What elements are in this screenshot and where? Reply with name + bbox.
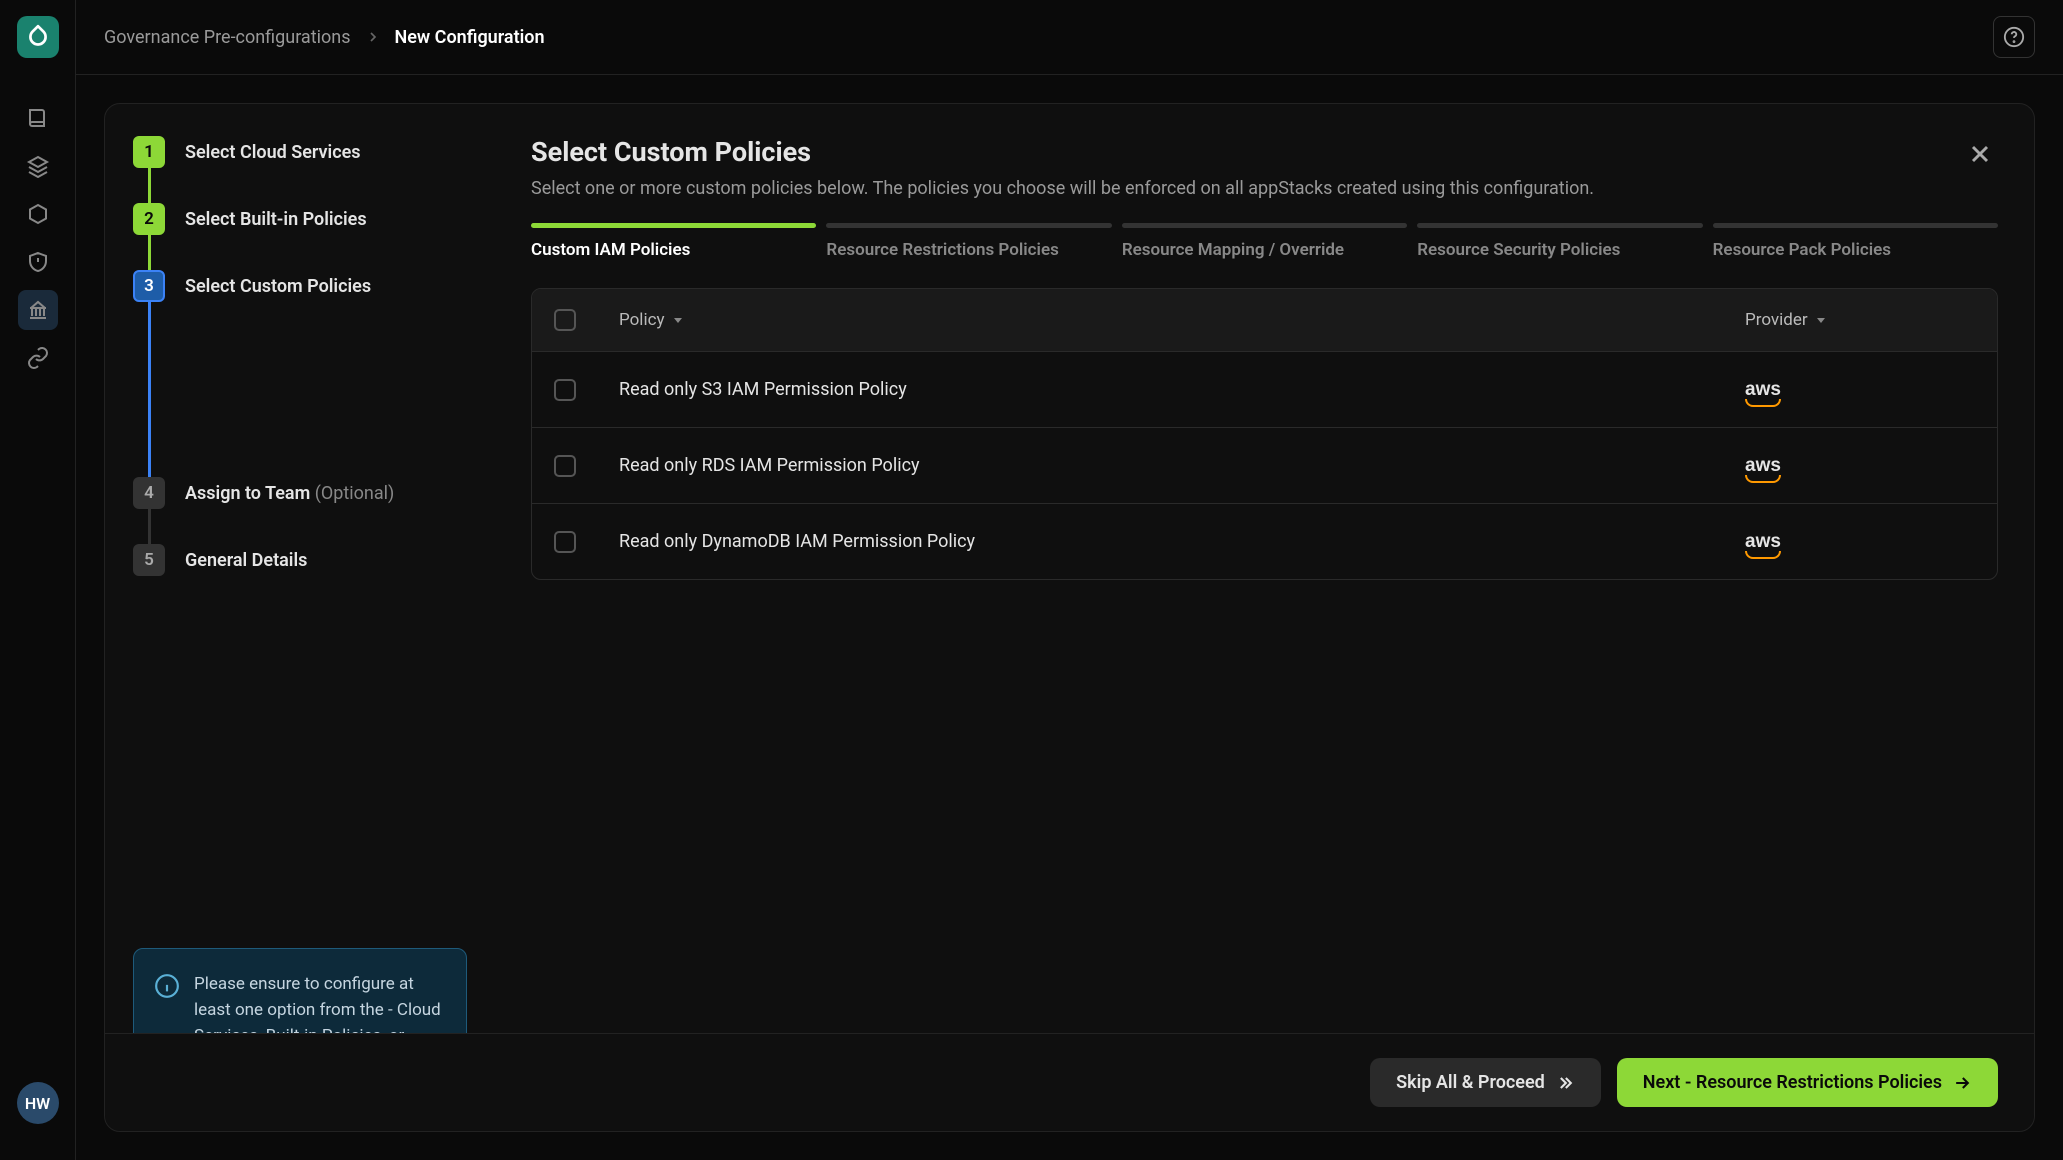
- row-checkbox[interactable]: [554, 531, 576, 553]
- user-avatar[interactable]: HW: [17, 1082, 59, 1124]
- nav-link-icon[interactable]: [18, 338, 58, 378]
- nav-hexagon-icon[interactable]: [18, 194, 58, 234]
- nav-governance-icon[interactable]: [18, 290, 58, 330]
- close-button[interactable]: [1962, 136, 1998, 172]
- table-row[interactable]: Read only DynamoDB IAM Permission Policy…: [532, 503, 1997, 579]
- detail-subtitle: Select one or more custom policies below…: [531, 178, 1594, 199]
- arrow-right-icon: [1952, 1073, 1972, 1093]
- app-logo[interactable]: [17, 16, 59, 58]
- step-1[interactable]: 1 Select Cloud Services: [133, 136, 467, 168]
- detail-panel: Select Custom Policies Select one or mor…: [495, 104, 2034, 1131]
- table-row[interactable]: Read only RDS IAM Permission Policy aws: [532, 427, 1997, 503]
- policy-name: Read only RDS IAM Permission Policy: [619, 455, 1745, 476]
- info-icon: [154, 973, 180, 999]
- sort-icon: [673, 315, 683, 325]
- step-label: Select Built-in Policies: [185, 209, 367, 230]
- step-label: Select Custom Policies: [185, 276, 371, 297]
- step-number: 5: [133, 544, 165, 576]
- step-number: 4: [133, 477, 165, 509]
- step-number: 1: [133, 136, 165, 168]
- aws-provider-icon: aws: [1745, 379, 1781, 401]
- aws-provider-icon: aws: [1745, 455, 1781, 477]
- row-checkbox[interactable]: [554, 455, 576, 477]
- chevron-right-icon: [365, 29, 381, 45]
- column-header-policy[interactable]: Policy: [619, 310, 1745, 330]
- breadcrumb: Governance Pre-configurations New Config…: [104, 27, 545, 48]
- step-5[interactable]: 5 General Details: [133, 544, 467, 576]
- wizard-footer: Skip All & Proceed Next - Resource Restr…: [105, 1033, 2034, 1131]
- subtab-resource-security[interactable]: Resource Security Policies: [1417, 223, 1702, 260]
- nav-book-icon[interactable]: [18, 98, 58, 138]
- table-row[interactable]: Read only S3 IAM Permission Policy aws: [532, 351, 1997, 427]
- topbar: Governance Pre-configurations New Config…: [76, 0, 2063, 75]
- config-panel: 1 Select Cloud Services 2 Select Built-i…: [104, 103, 2035, 1132]
- row-checkbox[interactable]: [554, 379, 576, 401]
- help-button[interactable]: [1993, 16, 2035, 58]
- nav-layers-icon[interactable]: [18, 146, 58, 186]
- subtab-resource-mapping[interactable]: Resource Mapping / Override: [1122, 223, 1407, 260]
- detail-title: Select Custom Policies: [531, 136, 1594, 168]
- step-label: Select Cloud Services: [185, 142, 361, 163]
- double-chevron-right-icon: [1555, 1073, 1575, 1093]
- step-number: 2: [133, 203, 165, 235]
- step-4[interactable]: 4 Assign to Team (Optional): [133, 477, 467, 509]
- policy-name: Read only DynamoDB IAM Permission Policy: [619, 531, 1745, 552]
- subtab-custom-iam[interactable]: Custom IAM Policies: [531, 223, 816, 260]
- step-label: General Details: [185, 550, 307, 571]
- policy-subtabs: Custom IAM Policies Resource Restriction…: [531, 223, 1998, 260]
- step-label: Assign to Team (Optional): [185, 483, 394, 504]
- aws-provider-icon: aws: [1745, 531, 1781, 553]
- next-button[interactable]: Next - Resource Restrictions Policies: [1617, 1058, 1998, 1107]
- step-2[interactable]: 2 Select Built-in Policies: [133, 203, 467, 235]
- policy-name: Read only S3 IAM Permission Policy: [619, 379, 1745, 400]
- nav-shield-icon[interactable]: [18, 242, 58, 282]
- step-3[interactable]: 3 Select Custom Policies: [133, 270, 467, 302]
- steps-sidebar: 1 Select Cloud Services 2 Select Built-i…: [105, 104, 495, 1131]
- skip-button[interactable]: Skip All & Proceed: [1370, 1058, 1601, 1107]
- subtab-resource-restrictions[interactable]: Resource Restrictions Policies: [826, 223, 1111, 260]
- select-all-checkbox[interactable]: [554, 309, 576, 331]
- breadcrumb-parent[interactable]: Governance Pre-configurations: [104, 27, 351, 48]
- table-header: Policy Provider: [532, 289, 1997, 351]
- subtab-resource-pack[interactable]: Resource Pack Policies: [1713, 223, 1998, 260]
- column-header-provider[interactable]: Provider: [1745, 310, 1975, 330]
- left-sidebar: HW: [0, 0, 75, 1160]
- policy-table: Policy Provider Read only S3 IAM Permiss…: [531, 288, 1998, 580]
- step-number: 3: [133, 270, 165, 302]
- breadcrumb-current: New Configuration: [395, 27, 545, 48]
- sort-icon: [1816, 315, 1826, 325]
